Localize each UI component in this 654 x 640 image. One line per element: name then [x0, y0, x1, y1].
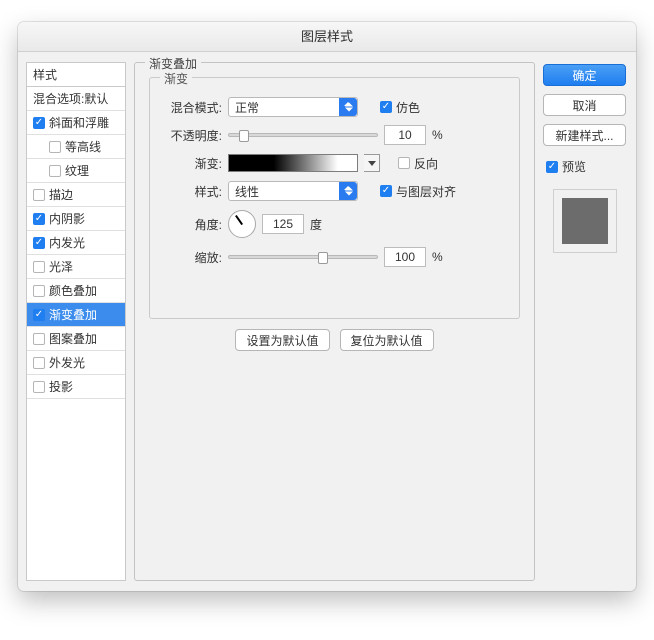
style-item-satin[interactable]: 光泽: [27, 255, 125, 279]
style-label: 外发光: [49, 354, 121, 371]
unit-percent: %: [432, 128, 443, 142]
unit-percent: %: [432, 250, 443, 264]
style-label: 描边: [49, 186, 121, 203]
style-item-blendopts[interactable]: 混合选项:默认: [27, 87, 125, 111]
style-label: 颜色叠加: [49, 282, 121, 299]
style-checkbox-gradientoverlay[interactable]: [33, 309, 45, 321]
style-label: 内发光: [49, 234, 121, 251]
style-item-patternoverlay[interactable]: 图案叠加: [27, 327, 125, 351]
style-label: 等高线: [65, 138, 121, 155]
style-checkbox-patternoverlay[interactable]: [33, 333, 45, 345]
style-label: 光泽: [49, 258, 121, 275]
dither-checkbox[interactable]: [380, 101, 392, 113]
style-label: 斜面和浮雕: [49, 114, 121, 131]
angle-dial[interactable]: [228, 210, 256, 238]
preview-label: 预览: [562, 158, 586, 175]
label-blendmode: 混合模式:: [162, 99, 222, 116]
style-item-texture[interactable]: 纹理: [27, 159, 125, 183]
label-gradient: 渐变:: [162, 155, 222, 172]
dither-label: 仿色: [396, 99, 420, 116]
align-label: 与图层对齐: [396, 183, 456, 200]
layer-style-dialog: 图层样式 样式 混合选项:默认斜面和浮雕等高线纹理描边内阴影内发光光泽颜色叠加渐…: [18, 22, 636, 591]
style-checkbox-texture[interactable]: [49, 165, 61, 177]
label-style: 样式:: [162, 183, 222, 200]
scale-input[interactable]: 100: [384, 247, 426, 267]
style-item-stroke[interactable]: 描边: [27, 183, 125, 207]
select-arrows-icon: [345, 187, 353, 196]
reverse-checkbox[interactable]: [398, 157, 410, 169]
label-opacity: 不透明度:: [162, 127, 222, 144]
style-item-outerglow[interactable]: 外发光: [27, 351, 125, 375]
blendmode-select[interactable]: 正常: [228, 97, 358, 117]
style-item-contour[interactable]: 等高线: [27, 135, 125, 159]
preview-swatch: [553, 189, 617, 253]
scale-slider[interactable]: [228, 255, 378, 259]
style-label: 图案叠加: [49, 330, 121, 347]
style-select[interactable]: 线性: [228, 181, 358, 201]
style-label: 投影: [49, 378, 121, 395]
style-item-gradientoverlay[interactable]: 渐变叠加: [27, 303, 125, 327]
right-column: 确定 取消 新建样式... 预览: [543, 62, 626, 581]
angle-input[interactable]: 125: [262, 214, 304, 234]
opacity-slider[interactable]: [228, 133, 378, 137]
new-style-button[interactable]: 新建样式...: [543, 124, 626, 146]
style-label: 内阴影: [49, 210, 121, 227]
panel-sublegend: 渐变: [160, 70, 192, 87]
style-checkbox-satin[interactable]: [33, 261, 45, 273]
gradient-dropdown[interactable]: [364, 154, 380, 172]
style-item-coloroverlay[interactable]: 颜色叠加: [27, 279, 125, 303]
select-arrows-icon: [345, 103, 353, 112]
styles-header[interactable]: 样式: [26, 62, 126, 87]
unit-degree: 度: [310, 216, 322, 233]
align-checkbox[interactable]: [380, 185, 392, 197]
make-default-button[interactable]: 设置为默认值: [235, 329, 329, 351]
style-item-innershadow[interactable]: 内阴影: [27, 207, 125, 231]
reset-default-button[interactable]: 复位为默认值: [340, 329, 434, 351]
style-label: 混合选项:默认: [33, 90, 121, 107]
ok-button[interactable]: 确定: [543, 64, 626, 86]
options-panel: 渐变叠加 渐变 混合模式: 正常 仿色: [134, 62, 535, 581]
style-label: 纹理: [65, 162, 121, 179]
style-checkbox-contour[interactable]: [49, 141, 61, 153]
style-checkbox-coloroverlay[interactable]: [33, 285, 45, 297]
label-angle: 角度:: [162, 216, 222, 233]
opacity-input[interactable]: 10: [384, 125, 426, 145]
styles-list: 混合选项:默认斜面和浮雕等高线纹理描边内阴影内发光光泽颜色叠加渐变叠加图案叠加外…: [26, 87, 126, 581]
style-checkbox-outerglow[interactable]: [33, 357, 45, 369]
reverse-label: 反向: [414, 155, 438, 172]
label-scale: 缩放:: [162, 249, 222, 266]
style-item-innerglow[interactable]: 内发光: [27, 231, 125, 255]
style-checkbox-stroke[interactable]: [33, 189, 45, 201]
cancel-button[interactable]: 取消: [543, 94, 626, 116]
preview-checkbox[interactable]: [546, 161, 558, 173]
style-item-bevel[interactable]: 斜面和浮雕: [27, 111, 125, 135]
styles-column: 样式 混合选项:默认斜面和浮雕等高线纹理描边内阴影内发光光泽颜色叠加渐变叠加图案…: [26, 62, 126, 581]
gradient-swatch[interactable]: [228, 154, 358, 172]
style-checkbox-innershadow[interactable]: [33, 213, 45, 225]
style-label: 渐变叠加: [49, 306, 121, 323]
style-item-dropshadow[interactable]: 投影: [27, 375, 125, 399]
style-checkbox-bevel[interactable]: [33, 117, 45, 129]
style-checkbox-dropshadow[interactable]: [33, 381, 45, 393]
style-checkbox-innerglow[interactable]: [33, 237, 45, 249]
dialog-title: 图层样式: [18, 22, 636, 52]
